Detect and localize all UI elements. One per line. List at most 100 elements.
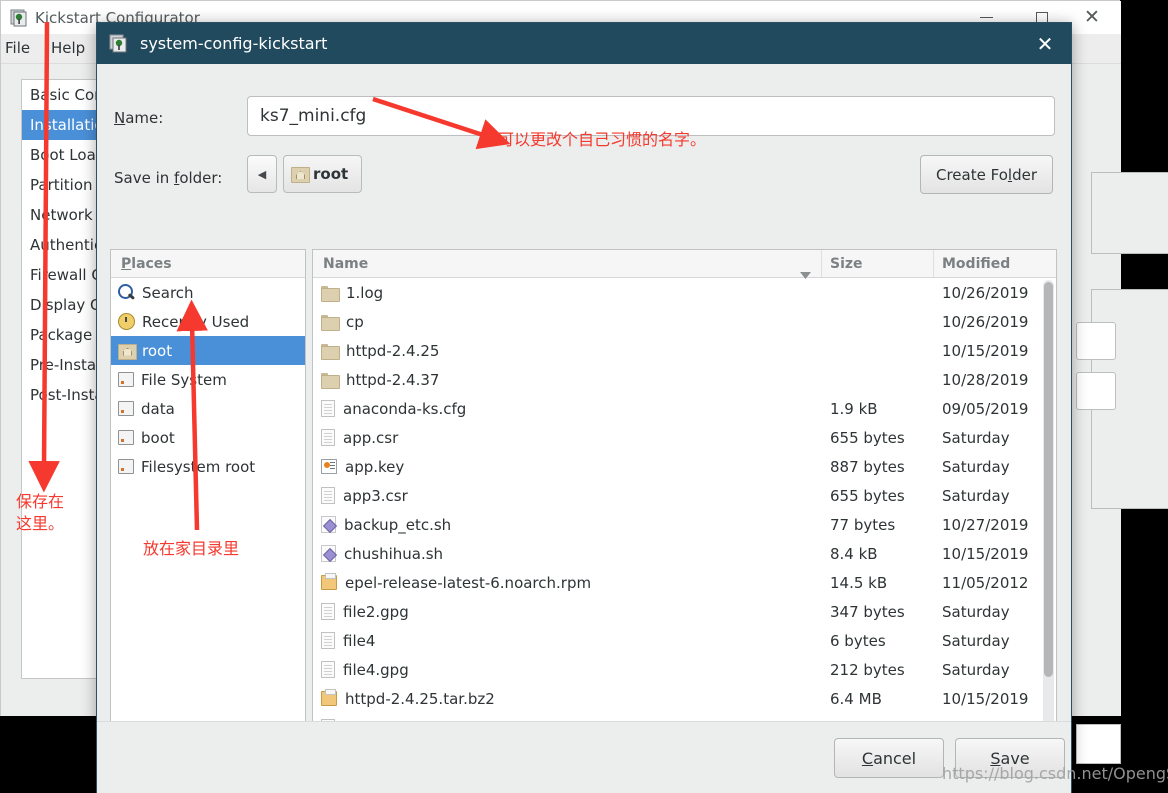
table-row[interactable]: app.key 887 bytes Saturday (313, 452, 1056, 481)
screenshot-root: Kickstart Configurator ✕ File Help Basic… (0, 0, 1168, 793)
search-icon (118, 284, 135, 301)
background-input-b[interactable] (1076, 372, 1116, 410)
file-name-cell: 1.log (313, 284, 822, 302)
place-label: File System (141, 370, 227, 389)
package-icon (321, 689, 337, 706)
document-icon (321, 603, 335, 620)
file-modified-cell: 10/15/2019 (942, 689, 1029, 708)
table-row[interactable]: file4.gpg 212 bytes Saturday (313, 655, 1056, 684)
file-name-label: anaconda-ks.cfg (343, 399, 467, 418)
folder-icon (321, 372, 340, 389)
table-row[interactable]: epel-release-latest-6.noarch.rpm 14.5 kB 1… (313, 568, 1056, 597)
package-icon (321, 573, 337, 590)
place-label: Recently Used (142, 312, 250, 331)
script-icon (321, 516, 336, 533)
file-name-cell: cp (313, 313, 822, 331)
background-input-c[interactable] (1076, 724, 1121, 764)
table-row[interactable]: httpd-2.4.37 10/28/2019 (313, 365, 1056, 394)
file-modified-cell: 10/26/2019 (942, 283, 1029, 302)
home-folder-icon (291, 167, 310, 183)
file-modified-cell: Saturday (942, 428, 1010, 447)
places-list[interactable]: Search Recently Used root File System da… (111, 278, 305, 731)
file-name-label: cp (346, 312, 364, 331)
column-header-size[interactable]: Size (822, 250, 934, 277)
table-row[interactable]: chushihua.sh 8.4 kB 10/15/2019 (313, 539, 1056, 568)
places-panel: Places Search Recently Used root File Sy… (110, 249, 306, 774)
document-icon (321, 661, 335, 678)
place-item-root[interactable]: root (111, 336, 305, 365)
dialog-footer: Cancel Save (97, 721, 1071, 793)
place-label: boot (141, 428, 175, 447)
place-item-file-system[interactable]: File System (111, 365, 305, 394)
file-browser-panel: Name Size Modified 1.log 10/26/2019 cp 10/2… (312, 249, 1057, 774)
table-row[interactable]: file2.gpg 347 bytes Saturday (313, 597, 1056, 626)
file-name-cell: app3.csr (313, 487, 822, 505)
file-modified-cell: 11/05/2012 (942, 573, 1029, 592)
file-name-label: file2.gpg (343, 602, 409, 621)
file-name-cell: file4 (313, 632, 822, 650)
background-group-box-top (1091, 172, 1168, 254)
file-size-cell: 212 bytes (830, 660, 905, 679)
table-row[interactable]: 1.log 10/26/2019 (313, 278, 1056, 307)
annotation-save-here: 保存在 这里。 (16, 492, 65, 533)
file-name-cell: backup_etc.sh (313, 516, 822, 534)
file-name-label: httpd-2.4.37 (346, 370, 440, 389)
table-row[interactable]: app3.csr 655 bytes Saturday (313, 481, 1056, 510)
file-name-label: app.csr (343, 428, 399, 447)
table-row[interactable]: backup_etc.sh 77 bytes 10/27/2019 (313, 510, 1056, 539)
file-size-cell: 8.4 kB (830, 544, 878, 563)
table-row[interactable]: file4 6 bytes Saturday (313, 626, 1056, 655)
folder-icon (321, 343, 340, 360)
menu-file[interactable]: File (5, 39, 30, 57)
file-size-cell: 77 bytes (830, 515, 896, 534)
file-name-cell: httpd-2.4.25 (313, 342, 822, 360)
close-icon[interactable]: ✕ (1069, 1, 1115, 34)
file-list-scrollbar[interactable] (1043, 280, 1054, 772)
close-icon[interactable]: ✕ (1025, 23, 1065, 64)
menu-help[interactable]: Help (51, 39, 85, 57)
drive-icon (118, 401, 134, 416)
file-modified-cell: 09/05/2019 (942, 399, 1029, 418)
file-name-cell: chushihua.sh (313, 545, 822, 563)
document-icon (321, 632, 335, 649)
table-row[interactable]: anaconda-ks.cfg 1.9 kB 09/05/2019 (313, 394, 1056, 423)
file-name-label: 1.log (346, 283, 384, 302)
place-item-data[interactable]: data (111, 394, 305, 423)
recent-icon (118, 313, 135, 330)
file-name-cell: app.csr (313, 429, 822, 447)
annotation-home-dir: 放在家目录里 (143, 539, 240, 558)
file-name-cell: app.key (313, 458, 822, 476)
file-name-cell: httpd-2.4.37 (313, 371, 822, 389)
background-input-a[interactable] (1076, 322, 1116, 360)
file-size-cell: 6.4 MB (830, 689, 882, 708)
place-item-search[interactable]: Search (111, 278, 305, 307)
place-label: Filesystem root (141, 457, 256, 476)
table-row[interactable]: app.csr 655 bytes Saturday (313, 423, 1056, 452)
place-label: data (141, 399, 175, 418)
file-name-label: httpd-2.4.25.tar.bz2 (345, 689, 495, 708)
script-icon (321, 545, 336, 562)
place-label: Search (142, 283, 194, 302)
drive-icon (118, 372, 134, 387)
file-size-cell: 655 bytes (830, 428, 905, 447)
place-item-boot[interactable]: boot (111, 423, 305, 452)
column-header-modified[interactable]: Modified (934, 250, 1056, 277)
file-list[interactable]: 1.log 10/26/2019 cp 10/26/2019 httpd-2.4.25 1… (313, 278, 1056, 773)
file-list-scrollbar-thumb[interactable] (1044, 282, 1053, 677)
current-folder-chip[interactable]: root (283, 155, 362, 193)
place-item-filesystem-root[interactable]: Filesystem root (111, 452, 305, 481)
table-row[interactable]: httpd-2.4.25.tar.bz2 6.4 MB 10/15/2019 (313, 684, 1056, 713)
chevron-left-icon[interactable]: ◀ (247, 155, 277, 193)
place-item-recently-used[interactable]: Recently Used (111, 307, 305, 336)
file-size-cell: 655 bytes (830, 486, 905, 505)
cancel-button[interactable]: Cancel (834, 738, 944, 778)
file-modified-cell: 10/15/2019 (942, 341, 1029, 360)
table-row[interactable]: cp 10/26/2019 (313, 307, 1056, 336)
drive-icon (118, 459, 134, 474)
file-name-label: file4 (343, 631, 376, 650)
file-size-cell: 6 bytes (830, 631, 886, 650)
create-folder-button[interactable]: Create Folder (920, 155, 1053, 194)
column-header-name[interactable]: Name (313, 250, 822, 279)
table-row[interactable]: httpd-2.4.25 10/15/2019 (313, 336, 1056, 365)
file-name-cell: anaconda-ks.cfg (313, 400, 822, 418)
